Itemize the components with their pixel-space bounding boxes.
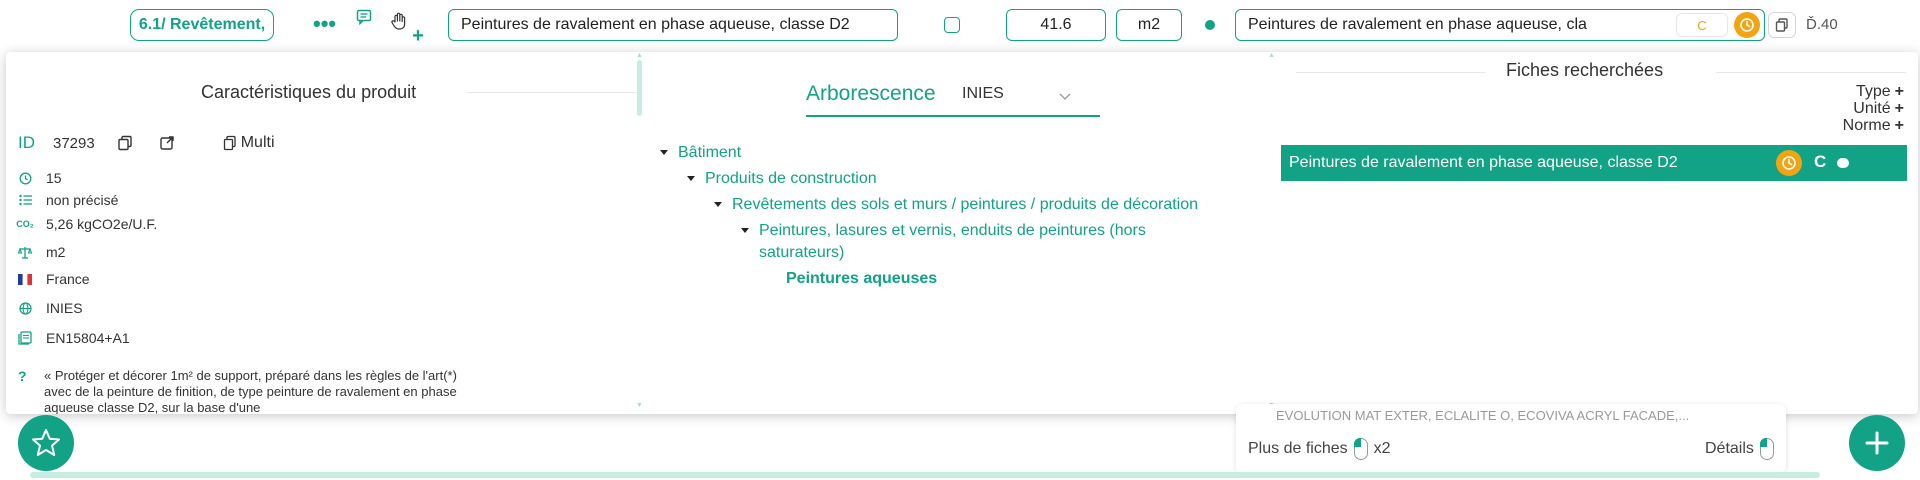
source-attribute: INIES xyxy=(18,298,83,318)
quantity-input[interactable]: 41.6 xyxy=(1006,9,1106,41)
more-options-button[interactable]: ••• xyxy=(313,11,336,37)
fiches-title: Fiches recherchées xyxy=(1506,60,1664,80)
product-scrollbar[interactable] xyxy=(637,60,642,116)
clock-icon xyxy=(18,171,32,185)
document-icon xyxy=(18,331,32,345)
co2-icon: CO₂ xyxy=(16,219,34,229)
duration-attribute: 15 xyxy=(18,168,62,188)
country-value: France xyxy=(46,271,90,287)
category-attribute: non précisé xyxy=(18,190,118,210)
divider xyxy=(1716,72,1906,73)
star-icon xyxy=(32,429,60,456)
mouse-icon xyxy=(1353,438,1368,460)
scroll-up-arrow[interactable]: ▲ xyxy=(636,52,643,59)
divider xyxy=(1296,72,1486,73)
suggested-fiches-text: EVOLUTION MAT EXTER, ECLALITE O, ECOVIVA… xyxy=(1276,408,1690,423)
chevron-down-icon[interactable] xyxy=(1059,88,1071,106)
clock-icon xyxy=(1776,150,1802,176)
lot-button[interactable]: 6.1/ Revêtement, xyxy=(130,9,274,41)
tree-node-label[interactable]: Revêtements des sols et murs / peintures… xyxy=(732,196,1198,213)
multi-copy-icon[interactable] xyxy=(223,135,237,151)
unit-attribute: m2 xyxy=(18,242,65,262)
tree-node-label[interactable]: saturateurs) xyxy=(759,244,844,261)
select-checkbox[interactable] xyxy=(944,17,960,33)
conformity-badge: C xyxy=(1814,152,1827,171)
designation-input[interactable]: Peintures de ravalement en phase aqueuse… xyxy=(448,9,898,41)
fiche-selection-popup: ▲ ▼ ▲ ▼ Caractéristiques du produit ID 3… xyxy=(6,52,1918,414)
result-label[interactable]: Peintures de ravalement en phase aqueuse… xyxy=(1289,154,1678,172)
drag-hand-icon[interactable] xyxy=(388,10,410,32)
list-icon xyxy=(18,193,32,207)
unit-value: m2 xyxy=(46,244,66,260)
country-attribute: France xyxy=(18,269,90,289)
globe-icon xyxy=(18,301,32,315)
scroll-up-arrow[interactable]: ▲ xyxy=(1268,52,1275,59)
norm-attribute: EN15804+A1 xyxy=(18,328,130,348)
description-text: « Protéger et décorer 1m² de support, pr… xyxy=(44,368,457,414)
tree-title: Arborescence xyxy=(806,82,936,105)
caret-down-icon[interactable] xyxy=(660,150,668,155)
tree-node-peintures-aqueuses[interactable]: Peintures aqueuses xyxy=(786,266,937,292)
details-label[interactable]: Détails xyxy=(1705,440,1754,458)
more-fiches-label[interactable]: Plus de fiches xyxy=(1248,440,1348,458)
tree-node-label[interactable]: Peintures aqueuses xyxy=(786,270,937,287)
caret-down-icon[interactable] xyxy=(687,176,695,181)
filter-unite[interactable]: Unité + xyxy=(1853,100,1904,118)
source-value: INIES xyxy=(46,300,83,316)
copy-icon[interactable] xyxy=(117,135,133,151)
filter-type[interactable]: Type + xyxy=(1856,83,1904,101)
product-panel-title: Caractéristiques du produit xyxy=(201,82,417,102)
duration-value: 15 xyxy=(46,170,62,186)
divider xyxy=(466,92,636,93)
filter-norme[interactable]: Norme + xyxy=(1843,117,1904,135)
category-value: non précisé xyxy=(46,192,119,208)
norm-value: EN15804+A1 xyxy=(46,330,130,346)
id-label: ID xyxy=(18,133,35,152)
scroll-down-arrow[interactable]: ▼ xyxy=(636,402,643,409)
tree-node-label[interactable]: Bâtiment xyxy=(678,144,741,161)
plus-icon xyxy=(1865,431,1889,455)
toggle-icon[interactable] xyxy=(1837,158,1849,168)
tree-node-label[interactable]: Produits de construction xyxy=(705,170,877,187)
clock-icon[interactable] xyxy=(1734,12,1760,38)
plus-icon[interactable]: + xyxy=(410,25,426,47)
horizontal-scrollbar[interactable] xyxy=(30,472,1820,478)
help-icon: ? xyxy=(18,368,27,384)
tree-node-produits[interactable]: Produits de construction xyxy=(687,166,877,192)
tree-select-underline xyxy=(806,115,1100,117)
caret-down-icon[interactable] xyxy=(741,228,749,233)
tree-node-peintures-lasures-cont[interactable]: saturateurs) xyxy=(759,240,844,266)
caret-down-icon[interactable] xyxy=(714,202,722,207)
tree-node-label[interactable]: Peintures, lasures et vernis, enduits de… xyxy=(759,222,1146,239)
copy-button[interactable] xyxy=(1768,12,1796,38)
france-flag-icon xyxy=(18,272,32,286)
multi-label[interactable]: Multi xyxy=(241,134,275,152)
mouse-icon xyxy=(1759,438,1774,460)
element-row: 6.1/ Revêtement, ••• + Peintures de rava… xyxy=(0,0,1920,50)
details-control[interactable]: Détails xyxy=(1705,438,1780,460)
add-button[interactable] xyxy=(1849,415,1905,471)
unit-select[interactable]: m2 xyxy=(1116,9,1182,41)
id-value: 37293 xyxy=(53,134,95,152)
status-dot xyxy=(1205,20,1215,30)
carbon-value: 5,26 kgCO2e/U.F. xyxy=(46,216,158,232)
price-value: Ď.40 xyxy=(1806,16,1838,33)
tree-source-select[interactable]: INIES xyxy=(962,85,1004,103)
tree-node-revetements[interactable]: Revêtements des sols et murs / peintures… xyxy=(714,192,1198,218)
conformity-badge: C xyxy=(1676,13,1728,37)
product-description: ? « Protéger et décorer 1m² de support, … xyxy=(18,368,478,414)
carbon-attribute: CO₂ 5,26 kgCO2e/U.F. xyxy=(16,214,158,234)
scale-icon xyxy=(18,245,32,259)
tree-node-batiment[interactable]: Bâtiment xyxy=(660,140,741,166)
copy-icon xyxy=(1775,18,1788,32)
product-id-row: ID 37293 Multi xyxy=(18,132,275,154)
favorites-button[interactable] xyxy=(18,415,74,471)
open-external-icon[interactable] xyxy=(159,135,175,151)
more-fiches-control[interactable]: Plus de fiches x2 xyxy=(1248,438,1391,460)
fiche-result-item[interactable]: Peintures de ravalement en phase aqueuse… xyxy=(1281,145,1907,181)
multiplier-label: x2 xyxy=(1373,440,1391,457)
comment-icon[interactable] xyxy=(355,8,373,26)
